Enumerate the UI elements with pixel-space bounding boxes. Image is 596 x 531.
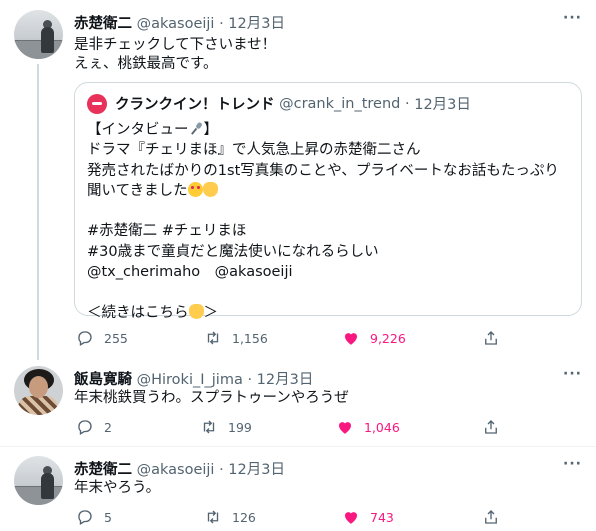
retweet-count: 1,156 <box>232 330 268 346</box>
tweet-3[interactable]: 赤楚衛二 @akasoeiji · 12月3日 ··· 年末やろう。 5 126… <box>0 446 596 531</box>
tweet-2[interactable]: 飯島寛騎 @Hiroki_I_jima · 12月3日 ··· 年末桃鉄買うわ。… <box>0 356 596 452</box>
microphone-icon <box>190 122 202 135</box>
tweet-text-line: 年末桃鉄買うわ。スプラトゥーンやろうぜ <box>74 390 349 406</box>
tweet-actions: 255 1,156 9,226 <box>74 329 514 349</box>
quote-hashtags[interactable]: #赤楚衛二 #チェリまほ <box>87 221 559 241</box>
retweet-count: 199 <box>228 419 252 435</box>
tweet-1[interactable]: 赤楚衛二 @akasoeiji · 12月3日 ··· 是非チェックして下さいま… <box>0 0 596 360</box>
quote-body: 【インタビュー】 ドラマ『チェリまほ』で人気急上昇の赤楚衛二さん 発売されたばか… <box>87 120 559 323</box>
share-icon <box>485 510 497 524</box>
quote-line: ドラマ『チェリまほ』で人気急上昇の赤楚衛二さん <box>87 142 421 159</box>
quoted-tweet[interactable]: クランクイン！トレンド @crank_in_trend · 12月3日 【インタ… <box>74 82 582 321</box>
like-button[interactable]: 9,226 <box>342 329 406 347</box>
separator: · <box>405 95 410 112</box>
share-icon <box>485 331 497 345</box>
tweet-text: 是非チェックして下さいませ！ えぇ、桃鉄最高です。 <box>74 36 276 74</box>
quote-display-name: クランクイン！トレンド <box>115 97 275 113</box>
retweet-icon <box>203 420 215 434</box>
heart-icon <box>345 512 357 524</box>
like-button[interactable]: 1,046 <box>336 418 400 436</box>
separator: · <box>219 16 224 32</box>
avatar[interactable] <box>14 366 63 415</box>
pointing-down-emoji-icon <box>188 303 204 319</box>
like-count: 743 <box>370 509 394 525</box>
tweet-header: 飯島寛騎 @Hiroki_I_jima · 12月3日 <box>74 368 313 389</box>
quote-avatar <box>87 93 107 114</box>
retweet-count: 126 <box>232 509 256 525</box>
user-handle[interactable]: @akasoeiji <box>137 462 215 478</box>
like-count: 1,046 <box>364 419 400 435</box>
retweet-icon <box>207 510 219 524</box>
share-button[interactable] <box>482 418 510 436</box>
user-handle[interactable]: @Hiroki_I_jima <box>137 372 243 388</box>
tweet-text-line: えぇ、桃鉄最高です。 <box>74 56 218 72</box>
tweet-actions: 2 199 1,046 <box>74 418 514 438</box>
reply-count: 5 <box>104 509 112 525</box>
share-icon <box>485 420 497 434</box>
more-options-icon[interactable]: ··· <box>563 10 582 26</box>
heart-icon <box>339 422 351 434</box>
separator: · <box>247 372 253 388</box>
quote-line: 発売されたばかりの1st写真集のことや、プライベートなお話もたっぷり <box>87 162 559 179</box>
quote-line <box>87 282 559 302</box>
tweet-text-line: 是非チェックして下さいませ！ <box>74 37 277 53</box>
thread-line <box>37 64 39 360</box>
tweet-text-line: 年末やろう。 <box>74 480 161 496</box>
tweet-header: 赤楚衛二 @akasoeiji · 12月3日 <box>74 458 285 479</box>
retweet-button[interactable]: 1,156 <box>204 329 268 347</box>
retweet-icon <box>207 331 219 345</box>
tweet-date[interactable]: 12月3日 <box>257 372 314 388</box>
heart-icon <box>345 333 357 345</box>
display-name[interactable]: 赤楚衛二 <box>74 16 132 32</box>
user-handle[interactable]: @akasoeiji <box>137 16 215 32</box>
ok-hand-emoji-icon <box>202 181 218 197</box>
quote-handle: @crank_in_trend <box>279 95 401 112</box>
quote-hashtag[interactable]: #30歳まで童貞だと魔法使いになれるらしい <box>87 242 559 262</box>
quote-line: ＜続きはこちら＞ <box>87 303 218 321</box>
quote-header: クランクイン！トレンド @crank_in_trend · 12月3日 <box>87 93 471 114</box>
tweet-actions: 5 126 743 <box>74 508 514 528</box>
avatar[interactable] <box>14 10 63 59</box>
reply-count: 255 <box>104 330 128 346</box>
display-name[interactable]: 赤楚衛二 <box>74 462 132 478</box>
reply-icon <box>78 331 92 346</box>
share-button[interactable] <box>482 508 510 526</box>
retweet-button[interactable]: 126 <box>204 508 256 526</box>
more-options-icon[interactable]: ··· <box>563 366 582 382</box>
separator: · <box>219 462 224 478</box>
quote-line <box>87 201 559 221</box>
quote-line: 【インタビュー】 <box>87 122 218 138</box>
quote-mentions[interactable]: @tx_cherimaho @akasoeiji <box>87 262 559 282</box>
heart-eyes-emoji-icon <box>187 181 203 197</box>
share-button[interactable] <box>482 329 510 347</box>
reply-count: 2 <box>104 419 112 435</box>
reply-button[interactable]: 5 <box>76 508 112 526</box>
tweet-date[interactable]: 12月3日 <box>228 16 285 32</box>
reply-button[interactable]: 2 <box>76 418 112 436</box>
tweet-date[interactable]: 12月3日 <box>228 462 285 478</box>
reply-icon <box>78 420 92 435</box>
reply-button[interactable]: 255 <box>76 329 128 347</box>
quote-date: 12月3日 <box>414 97 471 113</box>
tweet-header: 赤楚衛二 @akasoeiji · 12月3日 <box>74 12 285 33</box>
quote-line: 聞いてきました <box>87 181 559 201</box>
display-name[interactable]: 飯島寛騎 <box>74 372 132 388</box>
like-count: 9,226 <box>370 330 406 346</box>
retweet-button[interactable]: 199 <box>200 418 252 436</box>
reply-icon <box>78 510 92 525</box>
like-button[interactable]: 743 <box>342 508 394 526</box>
avatar[interactable] <box>14 456 63 505</box>
tweet-text: 年末やろう。 <box>74 479 160 498</box>
tweet-text: 年末桃鉄買うわ。スプラトゥーンやろうぜ <box>74 389 349 408</box>
more-options-icon[interactable]: ··· <box>563 456 582 472</box>
